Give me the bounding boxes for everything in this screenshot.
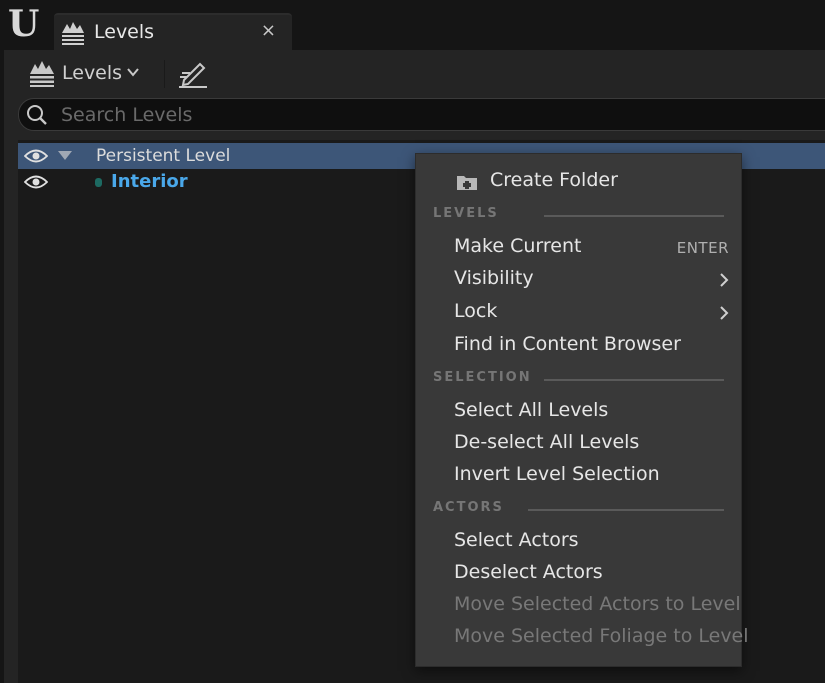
menu-item-label: Find in Content Browser [454, 333, 681, 355]
menu-item-move-actors-to-level: Move Selected Actors to Level [416, 589, 741, 621]
eye-icon[interactable] [24, 148, 48, 164]
section-divider [544, 215, 724, 217]
menu-item-invert-level-selection[interactable]: Invert Level Selection [416, 459, 741, 491]
menu-item-create-folder[interactable]: Create Folder [416, 165, 741, 197]
tab-title: Levels [94, 21, 155, 43]
expand-arrow-icon[interactable] [58, 151, 72, 160]
menu-item-label: Select All Levels [454, 399, 609, 421]
level-name: Interior [111, 171, 188, 192]
editor-window: U Levels × Levels Search Levels Persiste… [0, 0, 825, 683]
shortcut-label: ENTER [676, 239, 729, 257]
menu-item-find-in-content-browser[interactable]: Find in Content Browser [416, 329, 741, 361]
section-selection: SELECTION [416, 369, 741, 389]
menu-item-label: Invert Level Selection [454, 463, 660, 485]
menu-item-select-actors[interactable]: Select Actors [416, 525, 741, 557]
levels-icon [30, 61, 54, 87]
menu-item-label: Select Actors [454, 529, 579, 551]
section-title: ACTORS [433, 500, 504, 515]
section-levels: LEVELS [416, 205, 741, 225]
menu-item-label: Lock [454, 300, 498, 322]
context-menu: Create Folder LEVELS Make Current ENTER … [415, 153, 749, 667]
menu-item-label: Visibility [454, 267, 534, 289]
unreal-logo-icon[interactable]: U [8, 4, 48, 44]
search-input[interactable] [61, 102, 761, 128]
section-divider [528, 509, 724, 511]
toolbar: Levels [4, 50, 825, 98]
search-icon [27, 105, 47, 125]
menu-item-label: Move Selected Actors to Level [454, 593, 741, 615]
section-title: LEVELS [433, 206, 499, 221]
new-folder-icon [457, 176, 477, 190]
tab-bar: U Levels × [0, 0, 825, 50]
menu-item-label: De-select All Levels [454, 431, 640, 453]
menu-item-label: Make Current [454, 235, 582, 257]
level-name: Persistent Level [96, 146, 231, 166]
eye-icon[interactable] [24, 174, 48, 190]
menu-item-lock[interactable]: Lock [416, 296, 741, 328]
level-color-icon [95, 178, 102, 187]
levels-icon [62, 22, 84, 45]
menu-item-label: Move Selected Foliage to Level [454, 625, 749, 647]
menu-item-deselect-all-levels[interactable]: De-select All Levels [416, 427, 741, 459]
menu-item-label: Create Folder [490, 169, 618, 191]
menu-item-move-foliage-to-level: Move Selected Foliage to Level [416, 621, 749, 653]
edit-pencil-icon[interactable] [176, 56, 210, 90]
menu-item-select-all-levels[interactable]: Select All Levels [416, 395, 741, 427]
section-divider [544, 379, 724, 381]
menu-item-label: Deselect Actors [454, 561, 603, 583]
chevron-right-icon [720, 273, 729, 287]
close-icon[interactable]: × [261, 20, 276, 41]
chevron-down-icon [127, 68, 139, 77]
section-title: SELECTION [433, 370, 532, 385]
levels-dropdown-button[interactable]: Levels [26, 57, 146, 89]
tab-levels[interactable]: Levels × [54, 13, 292, 50]
section-actors: ACTORS [416, 499, 741, 519]
menu-item-make-current[interactable]: Make Current ENTER [416, 231, 741, 263]
toolbar-divider [164, 60, 165, 88]
menu-item-visibility[interactable]: Visibility [416, 263, 741, 295]
chevron-right-icon [720, 306, 729, 320]
levels-dropdown-label: Levels [62, 62, 123, 84]
search-box[interactable] [18, 98, 825, 131]
menu-item-deselect-actors[interactable]: Deselect Actors [416, 557, 741, 589]
